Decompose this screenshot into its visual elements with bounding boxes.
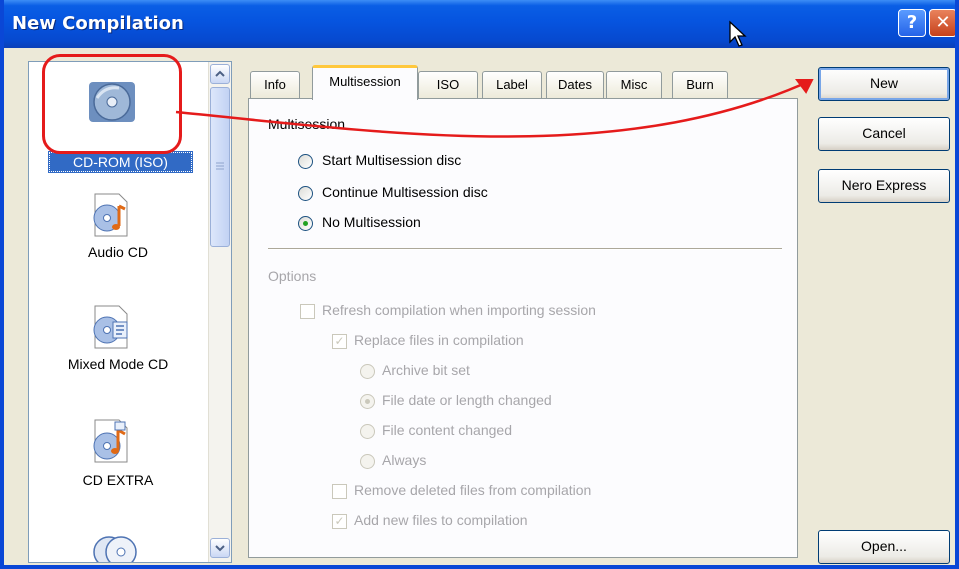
cancel-button[interactable]: Cancel: [818, 117, 950, 151]
nero-express-button[interactable]: Nero Express: [818, 169, 950, 203]
new-button[interactable]: New: [818, 67, 950, 101]
mouse-cursor-icon: [729, 20, 747, 47]
options-heading: Options: [268, 268, 317, 284]
replace-files-label[interactable]: Replace files in compilation: [354, 332, 524, 348]
chevron-up-icon: [215, 70, 225, 77]
add-new-files-checkbox[interactable]: ✓: [332, 514, 347, 529]
annotation-circle: [42, 54, 182, 154]
start-multisession-label[interactable]: Start Multisession disc: [322, 152, 461, 168]
help-button[interactable]: ?: [898, 9, 926, 37]
remove-deleted-label[interactable]: Remove deleted files from compilation: [354, 482, 591, 498]
tab-burn[interactable]: Burn: [672, 71, 728, 99]
cd-extra-icon[interactable]: [85, 416, 139, 464]
chevron-down-icon: [215, 545, 225, 552]
radio-selected-dot: [303, 221, 308, 226]
radio-selected-dot: [365, 399, 370, 404]
continue-multisession-label[interactable]: Continue Multisession disc: [322, 184, 488, 200]
dvd-icon[interactable]: [89, 528, 143, 563]
compilation-label-cd-extra[interactable]: CD EXTRA: [29, 472, 207, 488]
tab-iso[interactable]: ISO: [418, 71, 478, 99]
add-new-files-label[interactable]: Add new files to compilation: [354, 512, 528, 528]
file-date-changed-radio[interactable]: [360, 394, 375, 409]
archive-bit-radio[interactable]: [360, 364, 375, 379]
no-multisession-label[interactable]: No Multisession: [322, 214, 421, 230]
compilation-label-cdrom-iso[interactable]: CD-ROM (ISO): [48, 151, 193, 173]
open-button[interactable]: Open...: [818, 530, 950, 564]
scroll-down-button[interactable]: [210, 538, 230, 558]
title-bar[interactable]: New Compilation ? ✕: [4, 0, 955, 48]
tab-misc[interactable]: Misc: [606, 71, 662, 99]
refresh-compilation-label[interactable]: Refresh compilation when importing sessi…: [322, 302, 596, 318]
replace-files-checkbox[interactable]: ✓: [332, 334, 347, 349]
compilation-list-scrollbar[interactable]: [208, 62, 231, 562]
compilation-label-audio-cd[interactable]: Audio CD: [29, 244, 207, 260]
new-compilation-window: New Compilation ? ✕ CD-ROM (ISO) Audio C…: [0, 0, 959, 569]
compilation-label-mixed-mode-cd[interactable]: Mixed Mode CD: [29, 356, 207, 372]
scroll-up-button[interactable]: [210, 64, 230, 84]
continue-multisession-radio[interactable]: [298, 186, 313, 201]
no-multisession-radio[interactable]: [298, 216, 313, 231]
file-content-changed-label[interactable]: File content changed: [382, 422, 512, 438]
archive-bit-label[interactable]: Archive bit set: [382, 362, 470, 378]
tab-info[interactable]: Info: [250, 71, 300, 99]
start-multisession-radio[interactable]: [298, 154, 313, 169]
multisession-heading: Multisession: [268, 116, 346, 132]
mixed-mode-cd-icon[interactable]: [85, 302, 139, 350]
always-radio[interactable]: [360, 454, 375, 469]
scroll-thumb[interactable]: [210, 87, 230, 247]
always-label[interactable]: Always: [382, 452, 426, 468]
tab-multisession[interactable]: Multisession: [312, 65, 418, 100]
group-separator: [268, 248, 782, 250]
close-button[interactable]: ✕: [929, 9, 955, 37]
audio-cd-icon[interactable]: [85, 190, 139, 238]
tab-dates[interactable]: Dates: [546, 71, 604, 99]
refresh-compilation-checkbox[interactable]: [300, 304, 315, 319]
file-date-changed-label[interactable]: File date or length changed: [382, 392, 552, 408]
file-content-changed-radio[interactable]: [360, 424, 375, 439]
window-title: New Compilation: [12, 13, 184, 34]
grip-icon: [216, 162, 224, 170]
remove-deleted-checkbox[interactable]: [332, 484, 347, 499]
tab-label[interactable]: Label: [482, 71, 542, 99]
